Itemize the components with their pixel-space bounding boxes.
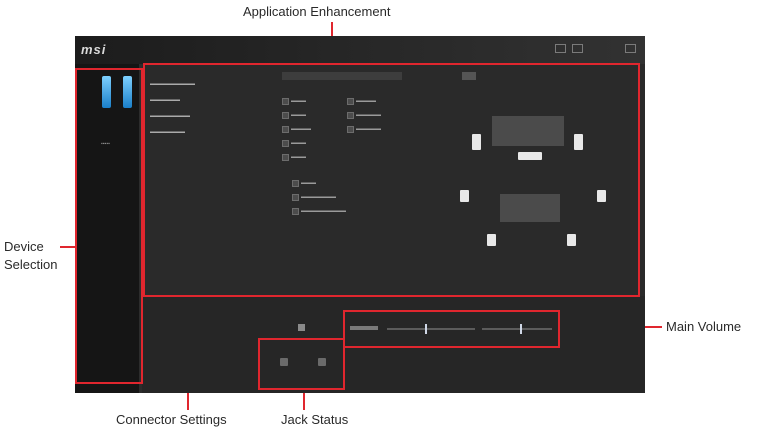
callout-connector-settings: Connector Settings [116,412,227,427]
highlight-main-volume [343,310,560,348]
connector-settings-icon[interactable] [298,324,305,331]
title-bar: msi [75,36,645,64]
highlight-application-enhancement [143,63,640,297]
app-logo: msi [81,42,107,57]
highlight-device-selection [75,68,143,384]
maximize-button[interactable] [572,44,583,53]
callout-device-selection: Device Selection [4,239,58,272]
callout-jack-status: Jack Status [281,412,349,427]
leader-device-selection [60,246,76,248]
close-button[interactable] [625,44,636,53]
callout-main-volume: Main Volume [666,319,742,334]
callout-application-enhancement: Application Enhancement [243,4,391,19]
minimize-button[interactable] [555,44,566,53]
highlight-jack-status [258,338,345,390]
